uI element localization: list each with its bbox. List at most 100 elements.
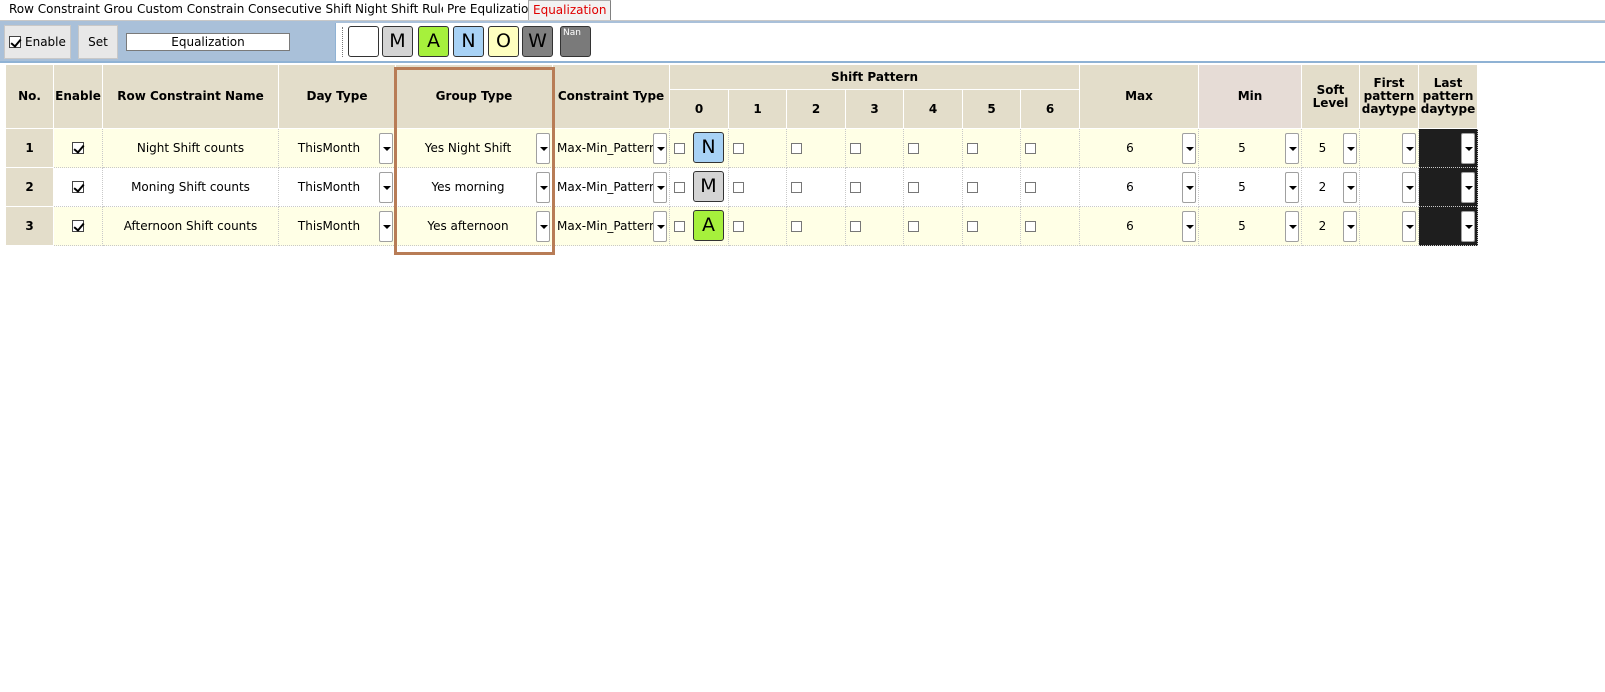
day-type-cell: ThisMonth [279, 168, 396, 207]
pattern-checkbox[interactable] [1025, 143, 1036, 154]
constraint-type-dropdown[interactable] [653, 172, 667, 203]
pattern-checkbox[interactable] [674, 143, 685, 154]
enable-label: Enable [25, 35, 66, 49]
pattern-checkbox[interactable] [908, 221, 919, 232]
o-shift-button[interactable]: O [488, 26, 519, 57]
pattern-checkbox[interactable] [791, 182, 802, 193]
palette-divider [342, 27, 343, 57]
pattern-checkbox[interactable] [967, 182, 978, 193]
max-dropdown[interactable] [1182, 133, 1196, 164]
shift-pattern-cell-3 [846, 129, 904, 168]
max-dropdown[interactable] [1182, 172, 1196, 203]
pattern-checkbox[interactable] [908, 143, 919, 154]
row-enable-checkbox[interactable] [72, 181, 84, 193]
n-shift-button[interactable]: N [453, 26, 484, 57]
soft-level-dropdown[interactable] [1343, 172, 1357, 203]
day-type-value: ThisMonth [297, 180, 361, 194]
nan-shift-button[interactable]: Nan [560, 26, 591, 57]
header-row-constraint-name: Row Constraint Name [103, 65, 279, 129]
row-constraint-name-cell[interactable]: Afternoon Shift counts [103, 207, 279, 246]
set-button[interactable]: Set [78, 25, 118, 59]
tab-night-shift-rule[interactable]: Night Shift Rule [351, 0, 454, 20]
tab-row-constraint-group1[interactable]: Row Constraint Group1 [5, 0, 153, 20]
pattern-shift-button[interactable]: M [693, 171, 724, 202]
last-pattern-daytype-dropdown[interactable] [1461, 172, 1475, 203]
header-max: Max [1080, 65, 1199, 129]
last-pattern-daytype-dropdown[interactable] [1461, 133, 1475, 164]
constraint-type-dropdown[interactable] [653, 133, 667, 164]
row-number: 3 [25, 219, 34, 233]
pattern-checkbox[interactable] [967, 143, 978, 154]
soft-level-value: 2 [1318, 219, 1327, 233]
constraint-type-cell: Max-Min_Pattern [553, 129, 670, 168]
pattern-checkbox[interactable] [733, 221, 744, 232]
pattern-checkbox[interactable] [908, 182, 919, 193]
shift-pattern-cell-6 [1021, 129, 1080, 168]
shift-pattern-cell-0: M [670, 168, 729, 207]
pattern-checkbox[interactable] [1025, 182, 1036, 193]
group-type-dropdown[interactable] [536, 211, 550, 242]
min-dropdown[interactable] [1285, 133, 1299, 164]
soft-level-dropdown[interactable] [1343, 211, 1357, 242]
row-constraint-name-cell[interactable]: Night Shift counts [103, 129, 279, 168]
blank-shift-button[interactable] [348, 26, 379, 57]
pattern-checkbox[interactable] [967, 221, 978, 232]
pattern-shift-button[interactable]: A [693, 210, 724, 241]
pattern-checkbox[interactable] [850, 143, 861, 154]
shift-pattern-cell-0: A [670, 207, 729, 246]
m-shift-button[interactable]: M [382, 26, 413, 57]
a-shift-button[interactable]: A [418, 26, 449, 57]
first-pattern-daytype-dropdown[interactable] [1402, 133, 1416, 164]
row-constraint-name-cell[interactable]: Moning Shift counts [103, 168, 279, 207]
pattern-checkbox[interactable] [674, 182, 685, 193]
tab-equalization[interactable]: Equalization [528, 0, 612, 20]
day-type-dropdown[interactable] [379, 172, 393, 203]
min-dropdown[interactable] [1285, 211, 1299, 242]
enable-checkbox[interactable] [9, 36, 21, 48]
max-dropdown[interactable] [1182, 211, 1196, 242]
soft-level-dropdown[interactable] [1343, 133, 1357, 164]
min-value: 5 [1238, 141, 1246, 155]
row-number-cell: 3 [6, 207, 54, 246]
shift-pattern-cell-3 [846, 168, 904, 207]
max-cell: 6 [1080, 129, 1199, 168]
pattern-checkbox[interactable] [850, 182, 861, 193]
tab-pre-equlization[interactable]: Pre Equlization [443, 0, 542, 20]
first-pattern-daytype-dropdown[interactable] [1402, 172, 1416, 203]
first-pattern-daytype-cell [1360, 168, 1419, 207]
last-pattern-daytype-cell [1419, 129, 1478, 168]
group-name-input[interactable] [126, 33, 290, 51]
pattern-checkbox[interactable] [1025, 221, 1036, 232]
pattern-checkbox[interactable] [733, 182, 744, 193]
shift-pattern-cell-6 [1021, 207, 1080, 246]
group-type-value: Yes afternoon [427, 219, 509, 233]
table-row: 1 Night Shift counts ThisMonth Yes Night Sh… [6, 129, 1478, 168]
constraint-type-value: Max-Min_Pattern [557, 141, 657, 155]
header-pattern-6: 6 [1021, 90, 1080, 129]
shift-pattern-cell-2 [787, 168, 846, 207]
pattern-shift-button[interactable]: N [693, 132, 724, 163]
shift-pattern-cell-2 [787, 207, 846, 246]
tab-bar: Row Constraint Group1 Custom Constraints… [0, 0, 1605, 21]
first-pattern-daytype-dropdown[interactable] [1402, 211, 1416, 242]
group-type-value: Yes morning [431, 180, 505, 194]
pattern-checkbox[interactable] [791, 221, 802, 232]
group-type-dropdown[interactable] [536, 172, 550, 203]
tab-consecutive-shifts[interactable]: Consecutive Shifts [244, 0, 365, 20]
w-shift-button[interactable]: W [522, 26, 553, 57]
pattern-checkbox[interactable] [850, 221, 861, 232]
day-type-dropdown[interactable] [379, 133, 393, 164]
min-dropdown[interactable] [1285, 172, 1299, 203]
pattern-checkbox[interactable] [791, 143, 802, 154]
group-type-cell: Yes morning [396, 168, 553, 207]
last-pattern-daytype-dropdown[interactable] [1461, 211, 1475, 242]
group-type-dropdown[interactable] [536, 133, 550, 164]
row-enable-checkbox[interactable] [72, 220, 84, 232]
day-type-dropdown[interactable] [379, 211, 393, 242]
constraint-type-dropdown[interactable] [653, 211, 667, 242]
tab-custom-constraints[interactable]: Custom Constraints [133, 0, 261, 20]
pattern-checkbox[interactable] [674, 221, 685, 232]
row-enable-checkbox[interactable] [72, 142, 84, 154]
enable-toggle[interactable]: Enable [4, 25, 71, 59]
pattern-checkbox[interactable] [733, 143, 744, 154]
